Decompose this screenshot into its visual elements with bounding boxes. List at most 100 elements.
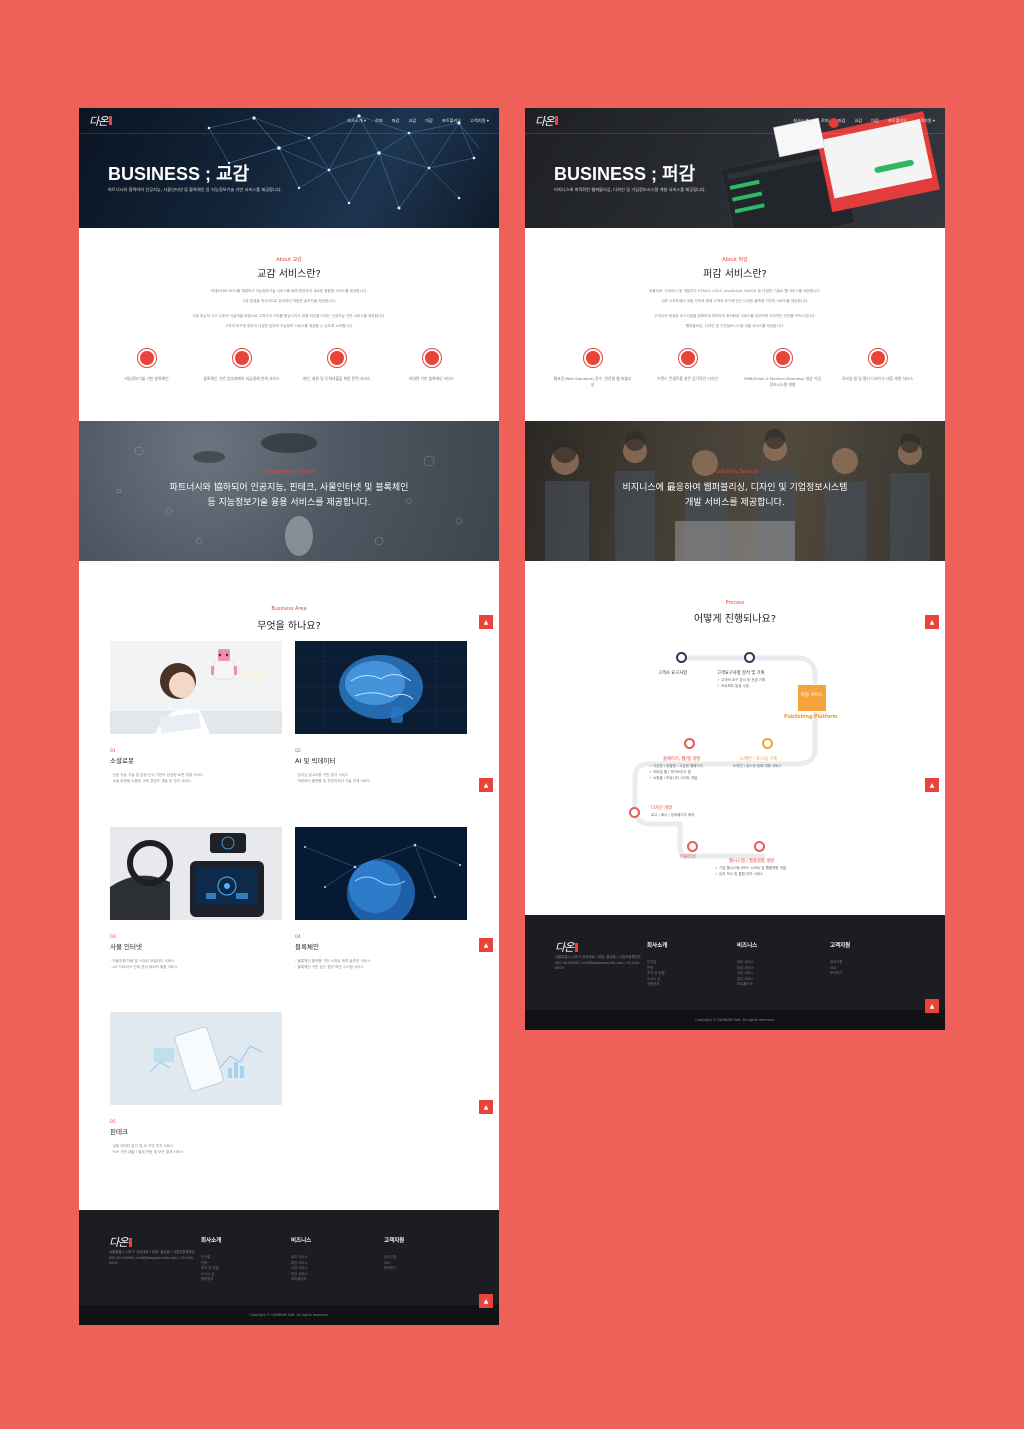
footer-link[interactable]: 포트폴리오 xyxy=(737,982,757,988)
nav-item-support[interactable]: 고객지원 ▾ xyxy=(470,118,489,124)
footer-link[interactable]: 문의하기 xyxy=(830,971,850,977)
publishing-platform-label: Publishing Platform xyxy=(784,715,838,720)
business-title: 무엇을 하나요? xyxy=(257,621,321,632)
nav-item-pergam[interactable]: 퍼감 xyxy=(392,118,400,124)
heart-icon xyxy=(234,351,249,365)
card-title: AI 및 빅데이터 xyxy=(295,757,336,765)
card-desc: - 블록체인 플랫폼 기반 스마트 계약 솔루션 서비스 - 블록체인 기반 분… xyxy=(295,959,371,969)
card-title: 블록체인 xyxy=(295,943,319,951)
nav-item-gyogam[interactable]: 교감 xyxy=(854,118,862,124)
nav-item-support[interactable]: 고객지원 ▾ xyxy=(916,118,935,124)
step-label: 도메인 / 호스팅 구축 xyxy=(740,757,778,762)
footer-link[interactable]: 문의하기 xyxy=(384,1266,404,1272)
social-robot-image xyxy=(110,641,282,734)
footer-logo[interactable]: 다온 xyxy=(555,939,579,955)
card-number: 03 xyxy=(110,935,116,940)
card-title: 핀테크 xyxy=(110,1128,128,1136)
process-node xyxy=(687,841,698,852)
scroll-top-button[interactable]: ▲ xyxy=(925,999,939,1013)
service-item: 비대면 기반 블록체인 서비스 xyxy=(392,348,472,382)
hero-title: BUSINESS ; 교감 xyxy=(108,164,250,184)
nav-item-portfolio[interactable]: 포트폴리오 xyxy=(888,118,907,124)
brain-icon xyxy=(139,351,154,365)
card-title: 사물 인터넷 xyxy=(110,943,142,951)
footer-link[interactable]: 포트폴리오 xyxy=(291,1277,311,1283)
scroll-top-button[interactable]: ▲ xyxy=(479,615,493,629)
step-label: 홈페이지, 웹/앱 개발 xyxy=(663,757,701,762)
footer-link[interactable]: 채용정보 xyxy=(201,1277,221,1283)
nav-item-migam[interactable]: 미감 xyxy=(871,118,879,124)
footer-col-support: 고객지원 공지사항 FAQ 문의하기 xyxy=(830,943,851,977)
service-label: 블록체인 기반 암호화폐의 지급결제 연계 서비스 xyxy=(203,376,280,381)
intro-eyebrow: About 교감 xyxy=(276,257,302,263)
fintech-phone-image xyxy=(110,1012,282,1105)
hero-subtitle: 비지니스에 최적화된 웹퍼블리싱, 디자인 및 기업정보시스템 개발 서비스를 … xyxy=(554,187,707,192)
logo-mark-icon xyxy=(129,1237,133,1247)
service-icons: 지능정보기술 기반 블록체인 블록체인 기반 암호화폐의 지급결제 연계 서비스… xyxy=(99,348,479,382)
nav-item-migam[interactable]: 미감 xyxy=(425,118,433,124)
service-label: 모바일 앱 및 멀티 디바이스 대응 개발 서비스 xyxy=(841,376,914,381)
mobile-icon xyxy=(424,351,439,365)
nav-item-roper[interactable]: 로퍼 xyxy=(821,118,829,124)
footer-col-business: 비즈니스 로퍼 서비스 퍼감 서비스 교감 서비스 미감 서비스 포트폴리오 xyxy=(291,1238,312,1283)
business-card[interactable]: 05 핀테크 - 금융 데이터 분석 및 AI 기반 투자 서비스 - P2P … xyxy=(110,1012,282,1155)
scroll-top-button[interactable]: ▲ xyxy=(925,778,939,792)
nav-item-pergam[interactable]: 퍼감 xyxy=(838,118,846,124)
footer-company-info: 서울특별시 서초구 강남대로 / 대표: 홍길동 / 사업자등록번호 000-0… xyxy=(109,1250,195,1265)
footer-link[interactable]: 채용정보 xyxy=(647,982,667,988)
nav-item-portfolio[interactable]: 포트폴리오 xyxy=(442,118,461,124)
hero-subtitle: 파트너시와 협력하여 인공지능, 사물인터넷 및 블록체인 등 지능정보기술 기… xyxy=(108,187,282,192)
step-desc: ✓ 모바일 웹 / 하이브리드 앱 xyxy=(649,770,691,774)
logo[interactable]: 다온 xyxy=(535,113,559,129)
footer-link[interactable]: 조직 및 현황 xyxy=(201,1266,221,1272)
chevron-up-icon: ▲ xyxy=(929,781,935,789)
top-nav: 다온 회사소개 ▾ 로퍼 퍼감 교감 미감 포트폴리오 고객지원 ▾ xyxy=(525,108,945,134)
chevron-up-icon: ▲ xyxy=(483,618,489,626)
business-card[interactable]: 02 AI 및 빅데이터 - 딥러닝 알고리즘 기반 분석 서비스 - 빅데이터… xyxy=(295,641,467,784)
footer-col-support: 고객지원 공지사항 FAQ 문의하기 xyxy=(384,1238,405,1272)
nav-item-company[interactable]: 회사소개 ▾ xyxy=(793,118,812,124)
business-card[interactable]: 03 사물 인터넷 - 자율주행 차량 및 스마트 모빌리티 서비스 - IoT… xyxy=(110,827,282,970)
footer-logo[interactable]: 다온 xyxy=(109,1234,133,1250)
page-gyogam: BUSINESS ; 교감 파트너시와 협력하여 인공지능, 사물인터넷 및 블… xyxy=(79,108,499,1325)
step-desc: 로고 / 배너 / 상세페이지 제작 xyxy=(651,813,695,817)
nav-item-roper[interactable]: 로퍼 xyxy=(375,118,383,124)
banner-eyebrow: Collaboration Service xyxy=(262,469,316,475)
intro-title: 퍼감 서비스란? xyxy=(703,269,767,280)
card-number: 01 xyxy=(110,749,116,754)
card-number: 05 xyxy=(110,1120,116,1125)
logo[interactable]: 다온 xyxy=(89,113,113,129)
scroll-top-button[interactable]: ▲ xyxy=(479,1294,493,1308)
footer-link[interactable]: 조직 및 현황 xyxy=(647,971,667,977)
step-label: 디자인 개발 xyxy=(651,806,673,811)
collab-banner: Collaboration Service 파트너시와 協하되어 인공지능, 핀… xyxy=(79,421,499,561)
business-card[interactable]: 01 소셜로봇 - 인공 지능 기술 및 감정 인식 기반의 감성형 로봇 개발… xyxy=(110,641,282,784)
card-desc: - 금융 데이터 분석 및 AI 기반 투자 서비스 - P2P 기반 대출 /… xyxy=(110,1144,184,1154)
intro-text-1: 빅데이터와 MOU를 체결하고 지능정보기술 서비스를 위해 협업하여 새로운 … xyxy=(210,289,368,293)
scroll-top-button[interactable]: ▲ xyxy=(479,1100,493,1114)
scroll-top-button[interactable]: ▲ xyxy=(479,778,493,792)
footer-col-company: 회사소개 인사말 연혁 조직 및 현황 오시는 길 채용정보 xyxy=(201,1238,222,1283)
chevron-up-icon: ▲ xyxy=(483,941,489,949)
chevron-up-icon: ▲ xyxy=(483,1103,489,1111)
service-item: 지능정보기술 기반 블록체인 xyxy=(107,348,187,382)
service-label: SMB(Small & Medium Business) 대상 기업정보시스템 … xyxy=(744,376,821,387)
nav-item-gyogam[interactable]: 교감 xyxy=(408,118,416,124)
service-item: SMB(Small & Medium Business) 대상 기업정보시스템 … xyxy=(743,348,823,388)
step-label: 고객요구사항 분석 및 기획 xyxy=(717,671,765,676)
footer-company-info: 서울특별시 서초구 강남대로 / 대표: 홍길동 / 사업자등록번호 000-0… xyxy=(555,955,641,970)
banner-text: 파트너시와 協하되어 인공지능, 핀테크, 사물인터넷 및 블록체인 등 지능정… xyxy=(79,481,499,511)
banner-line-2: 개발 서비스를 제공합니다. xyxy=(685,498,785,508)
footer-col-company: 회사소개 인사말 연혁 조직 및 현황 오시는 길 채용정보 xyxy=(647,943,668,988)
copyright: Copyright © DAMBAM Soft. All rights rese… xyxy=(79,1305,499,1325)
business-card[interactable]: 04 블록체인 - 블록체인 플랫폼 기반 스마트 계약 솔루션 서비스 - 블… xyxy=(295,827,467,970)
process-node xyxy=(744,652,755,663)
step-label: 웹시스템 / 웹플랫폼 개발 xyxy=(729,859,775,864)
scroll-top-button[interactable]: ▲ xyxy=(479,938,493,952)
step-desc: ✓ 기본형 / 맞춤형 / 고급형 웹페이지 xyxy=(649,764,703,768)
scroll-top-button[interactable]: ▲ xyxy=(925,615,939,629)
nav-item-company[interactable]: 회사소개 ▾ xyxy=(347,118,366,124)
card-number: 04 xyxy=(295,935,301,940)
logo-mark-icon xyxy=(555,116,559,125)
service-label: 개인, 회원 및 단체대출을 위한 탄력 서비스 xyxy=(302,376,371,381)
